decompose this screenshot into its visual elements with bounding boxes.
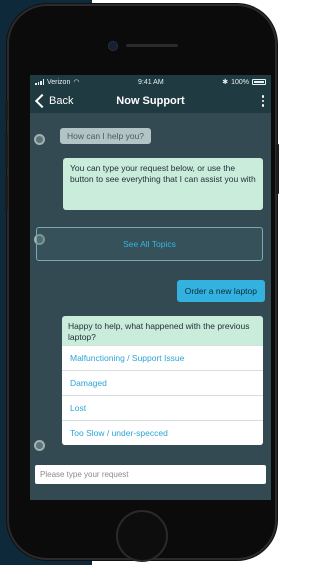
battery-icon: [252, 79, 266, 85]
power-button: [276, 144, 279, 194]
option-lost[interactable]: Lost: [62, 395, 263, 420]
nav-bar: Back Now Support: [30, 89, 271, 113]
see-all-topics-button[interactable]: See All Topics: [36, 227, 263, 261]
greeting-message: How can I help you?: [60, 128, 152, 144]
option-malfunctioning[interactable]: Malfunctioning / Support Issue: [62, 345, 263, 370]
home-button[interactable]: [116, 510, 168, 562]
intro-message: You can type your request below, or use …: [63, 158, 263, 210]
signal-icon: [35, 79, 44, 85]
bluetooth-icon: ✱: [222, 79, 229, 86]
bot-avatar: [34, 440, 45, 451]
more-options-icon[interactable]: [261, 95, 264, 107]
chat-thread[interactable]: How can I help you? You can type your re…: [30, 113, 271, 460]
volume-down-button: [5, 176, 8, 210]
mute-switch: [5, 100, 8, 120]
user-message: Order a new laptop: [176, 280, 265, 302]
back-label: Back: [49, 95, 74, 107]
chevron-left-icon: [34, 93, 50, 109]
app-screen: Verizon ◠ 9:41 AM ✱ 100% Back Now Suppor…: [30, 75, 271, 500]
front-camera: [108, 41, 118, 51]
battery-percent: 100%: [231, 78, 249, 86]
carrier-label: Verizon: [47, 78, 71, 86]
status-bar: Verizon ◠ 9:41 AM ✱ 100%: [30, 75, 271, 89]
message-input[interactable]: [35, 465, 266, 484]
volume-up-button: [5, 134, 8, 168]
earpiece-speaker: [126, 44, 178, 47]
wifi-icon: ◠: [73, 79, 80, 86]
option-too-slow[interactable]: Too Slow / under-specced: [62, 420, 263, 445]
clock: 9:41 AM: [138, 78, 164, 86]
followup-message: Happy to help, what happened with the pr…: [68, 321, 250, 342]
back-button[interactable]: Back: [30, 93, 74, 109]
bot-avatar: [34, 134, 45, 145]
composer-bar: [30, 460, 271, 500]
options-card: Happy to help, what happened with the pr…: [62, 316, 263, 445]
option-damaged[interactable]: Damaged: [62, 370, 263, 395]
